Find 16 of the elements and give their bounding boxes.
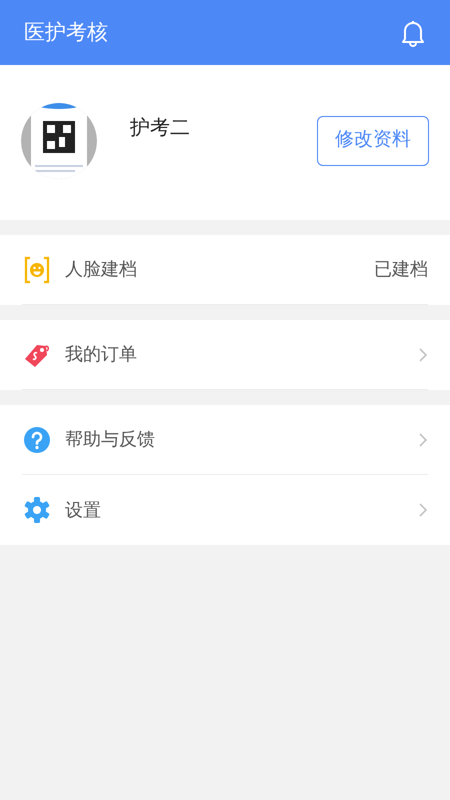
status-text: 已建档 <box>374 258 428 281</box>
menu-row[interactable]: 帮助与反馈 <box>22 405 428 475</box>
menu-label: 我的订单 <box>65 343 137 366</box>
bell-icon[interactable] <box>400 18 426 46</box>
help-icon <box>23 426 51 454</box>
header-title: 医护考核 <box>24 20 108 46</box>
chevron-right-icon <box>418 502 428 518</box>
settings-icon <box>23 496 51 524</box>
menu-row[interactable]: 设置 <box>22 475 428 545</box>
menu-label: 帮助与反馈 <box>65 428 155 451</box>
chevron-right-icon <box>418 346 428 362</box>
smiley-icon <box>23 256 51 284</box>
user-name: 护考二 <box>130 116 190 141</box>
menu-label: 设置 <box>65 498 101 522</box>
chevron-right-icon <box>418 432 428 448</box>
menu-label: 人脸建档 <box>65 258 137 281</box>
